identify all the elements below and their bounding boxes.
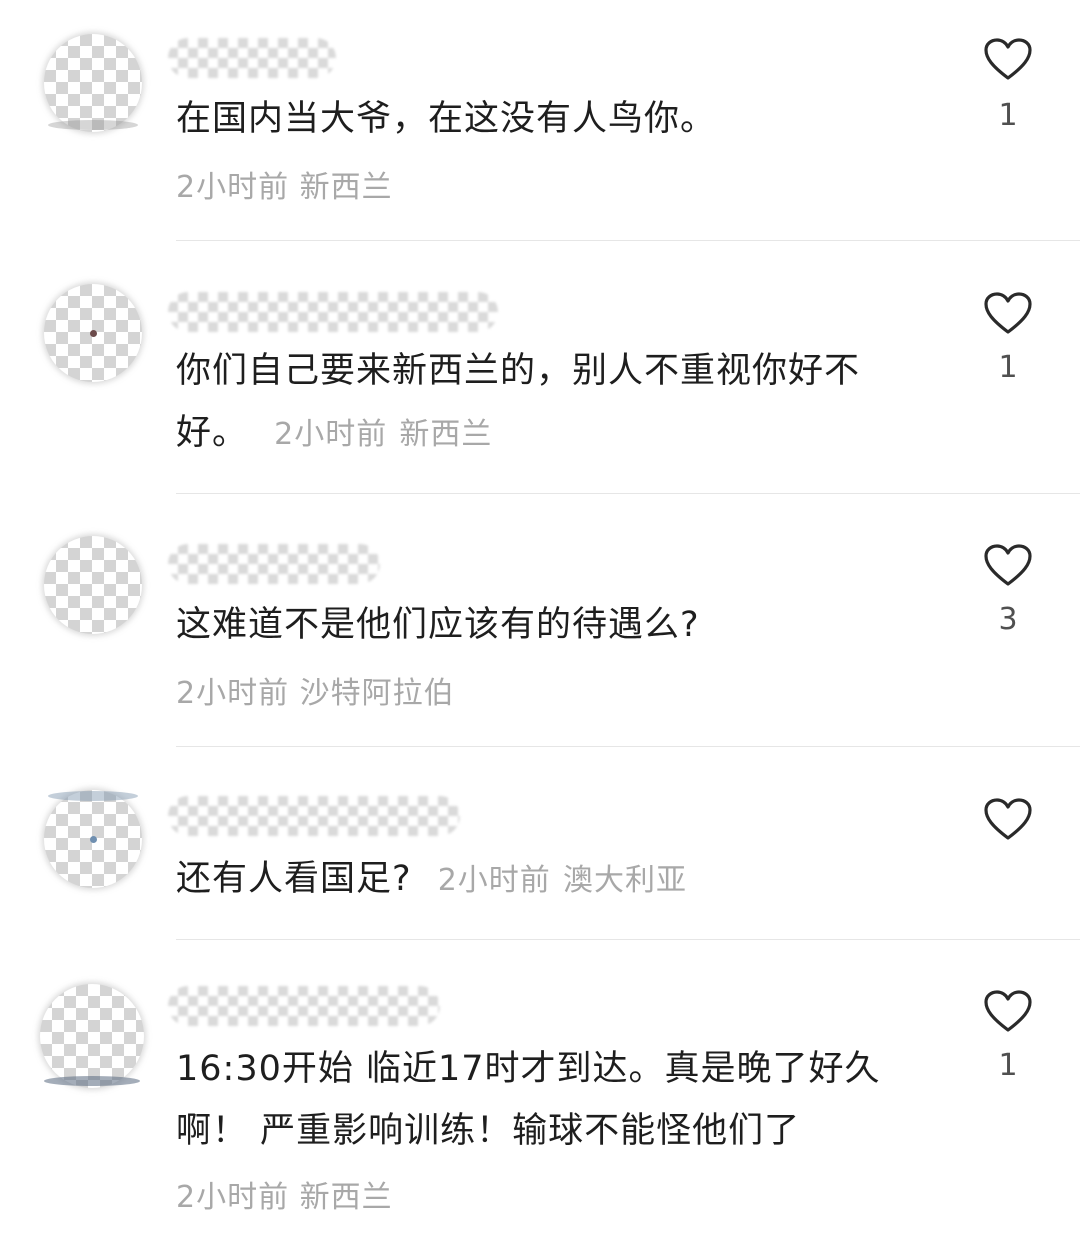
username-redacted[interactable] [168,544,380,584]
comment-time: 2小时前 [437,863,551,898]
comment-time: 2小时前 [176,676,290,711]
avatar-dot [90,836,97,843]
heart-outline-icon [984,798,1032,840]
comment-meta: 2小时前 新西兰 [176,162,393,206]
comment-time: 2小时前 [176,170,290,205]
comment-text: 16:30开始 临近17时才到达。真是晚了好久 啊！ 严重影响训练！输球不能怪他… [176,1049,881,1151]
comment-meta: 2小时前 沙特阿拉伯 [176,668,455,712]
like-button[interactable] [984,544,1032,588]
avatar[interactable] [44,34,142,132]
username-redacted[interactable] [168,986,440,1026]
comment-location: 新西兰 [299,170,393,205]
comment-location: 澳大利亚 [562,863,687,898]
like-count: 1 [998,350,1018,385]
avatar[interactable] [44,284,142,382]
like-button[interactable] [984,292,1032,336]
username-redacted[interactable] [168,38,336,78]
divider [176,240,1080,241]
avatar[interactable] [44,790,142,888]
divider [176,939,1080,940]
avatar[interactable] [44,536,142,634]
comment-time: 2小时前 [274,417,388,452]
heart-outline-icon [984,990,1032,1032]
avatar[interactable] [40,984,144,1088]
comment-text: 这难道不是他们应该有的待遇么? [176,605,700,645]
username-redacted[interactable] [168,292,498,332]
divider [176,746,1080,747]
like-count: 1 [998,98,1018,133]
like-count: 1 [998,1048,1018,1083]
heart-outline-icon [984,544,1032,586]
like-count: 3 [998,602,1018,637]
comment-text: 在国内当大爷，在这没有人鸟你。 [176,99,717,139]
comment-time: 2小时前 [176,1180,290,1215]
comment-text: 还有人看国足? 2小时前 澳大利亚 [176,859,687,899]
username-redacted[interactable] [168,796,460,836]
comment-location: 新西兰 [299,1180,393,1215]
avatar-dot [90,330,97,337]
comment-meta: 2小时前 新西兰 [176,1172,393,1216]
comment-location: 沙特阿拉伯 [299,676,455,711]
like-button[interactable] [984,38,1032,82]
like-button[interactable] [984,990,1032,1034]
heart-outline-icon [984,292,1032,334]
comment-text: 你们自己要来新西兰的，别人不重视你好不 好。 2小时前 新西兰 [176,351,861,453]
comment-location: 新西兰 [399,417,493,452]
heart-outline-icon [984,38,1032,80]
like-button[interactable] [984,798,1032,842]
divider [176,493,1080,494]
